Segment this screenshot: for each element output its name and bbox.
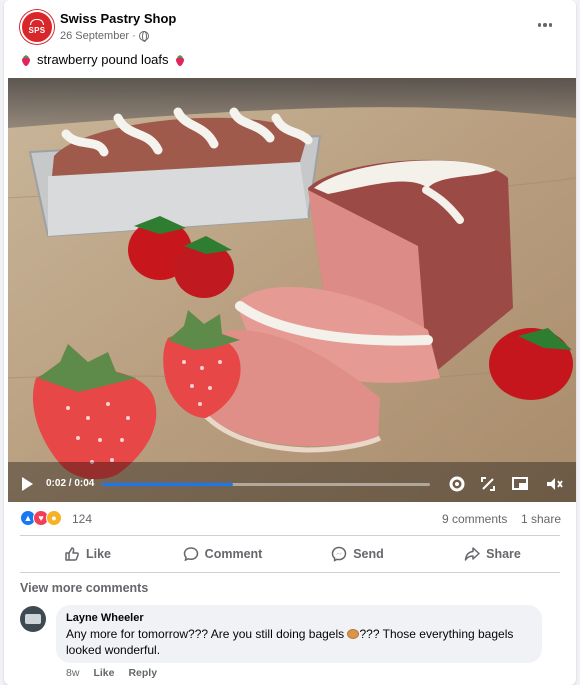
- post-caption: strawberry pound loafs: [20, 52, 186, 67]
- like-label: Like: [85, 547, 111, 561]
- video-time: 0:02 / 0:04: [46, 478, 95, 489]
- more-options-button[interactable]: [534, 16, 556, 34]
- wow-reaction-icon: ●: [46, 510, 62, 526]
- comment-icon: [183, 547, 198, 562]
- post-meta: 26 September ·: [60, 30, 149, 42]
- post-header: SPS Swiss Pastry Shop 26 September ·: [4, 0, 576, 48]
- dot: [537, 23, 542, 27]
- comment-like-link[interactable]: Like: [93, 667, 114, 679]
- post-date[interactable]: 26 September: [60, 30, 129, 42]
- meta-separator: ·: [132, 30, 136, 42]
- comment-meta: 8w Like Reply: [66, 667, 157, 679]
- messenger-icon: [331, 546, 347, 562]
- share-label: Share: [486, 547, 521, 561]
- crown-icon: [30, 19, 44, 25]
- progress-fill: [102, 483, 234, 486]
- comment-reply-link[interactable]: Reply: [128, 667, 157, 679]
- comment-label: Comment: [204, 547, 263, 561]
- pip-icon[interactable]: [510, 474, 530, 494]
- share-icon: [464, 547, 480, 561]
- strawberry-icon: [22, 54, 30, 66]
- post-actions: Like Comment Send Share: [20, 538, 560, 570]
- video-controls: 0:02 / 0:04: [8, 466, 576, 502]
- reaction-count[interactable]: 124: [72, 512, 92, 526]
- view-more-comments[interactable]: View more comments: [20, 581, 148, 595]
- avatar-image: [25, 614, 41, 624]
- comment-text-part: Any more for tomorrow??? Are you still d…: [66, 627, 348, 641]
- comment-bubble: Layne Wheeler Any more for tomorrow??? A…: [56, 605, 542, 663]
- commenter-avatar[interactable]: [20, 606, 46, 632]
- dot: [548, 23, 553, 27]
- reaction-icons[interactable]: ▲ ♥ ●: [20, 510, 62, 526]
- volume-icon[interactable]: [544, 474, 564, 494]
- send-label: Send: [353, 547, 384, 561]
- divider: [20, 535, 560, 536]
- dot: [543, 23, 547, 27]
- comment-author[interactable]: Layne Wheeler: [66, 612, 144, 624]
- video-frame: [8, 78, 576, 502]
- post-card: SPS Swiss Pastry Shop 26 September · str…: [4, 0, 576, 685]
- logo-text: SPS: [28, 26, 46, 35]
- like-button[interactable]: Like: [20, 538, 155, 570]
- share-button[interactable]: Share: [425, 538, 560, 570]
- divider: [20, 572, 560, 573]
- shares-count[interactable]: 1 share: [521, 512, 561, 526]
- strawberry-icon: [175, 54, 184, 66]
- comments-count[interactable]: 9 comments: [442, 512, 507, 526]
- reactions-row: ▲ ♥ ● 124 9 comments 1 share: [4, 506, 576, 532]
- globe-icon: [138, 31, 149, 42]
- comment-time[interactable]: 8w: [66, 667, 79, 679]
- fullscreen-icon[interactable]: [478, 474, 498, 494]
- comment-button[interactable]: Comment: [155, 538, 290, 570]
- send-button[interactable]: Send: [290, 538, 425, 570]
- progress-bar[interactable]: [102, 483, 430, 486]
- play-icon[interactable]: [22, 477, 33, 491]
- page-name[interactable]: Swiss Pastry Shop: [60, 11, 176, 26]
- thumbs-up-icon: [65, 547, 79, 561]
- settings-icon[interactable]: [447, 474, 467, 494]
- comment-text: Any more for tomorrow??? Are you still d…: [66, 626, 536, 658]
- caption-text: strawberry pound loafs: [37, 52, 169, 67]
- video-player[interactable]: 0:02 / 0:04: [8, 78, 576, 502]
- bagel-icon: [347, 629, 360, 639]
- page-avatar[interactable]: SPS: [20, 10, 54, 44]
